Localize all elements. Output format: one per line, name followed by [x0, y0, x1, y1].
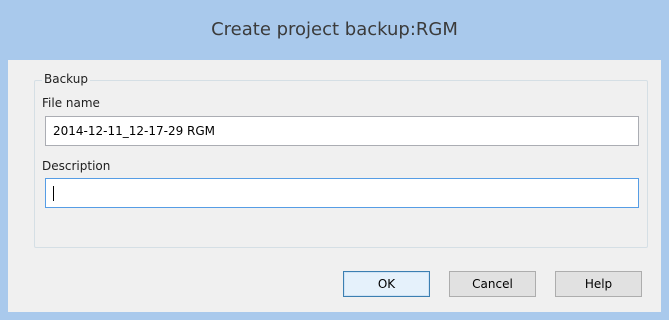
file-name-label: File name: [42, 96, 100, 110]
cancel-button[interactable]: Cancel: [449, 271, 536, 297]
description-label: Description: [42, 159, 111, 173]
ok-button[interactable]: OK: [343, 271, 430, 297]
file-name-field[interactable]: 2014-12-11_12-17-29 RGM: [45, 116, 639, 146]
description-field[interactable]: [45, 178, 639, 208]
help-button[interactable]: Help: [555, 271, 642, 297]
dialog-title: Create project backup:RGM: [211, 19, 458, 40]
backup-groupbox: Backup File name 2014-12-11_12-17-29 RGM…: [34, 72, 648, 248]
title-bar[interactable]: Create project backup:RGM: [0, 0, 669, 60]
create-backup-dialog: Create project backup:RGM Backup File na…: [0, 0, 669, 320]
dialog-client-area: Backup File name 2014-12-11_12-17-29 RGM…: [8, 60, 661, 312]
text-caret: [53, 186, 54, 201]
backup-group-legend: Backup: [42, 72, 90, 86]
